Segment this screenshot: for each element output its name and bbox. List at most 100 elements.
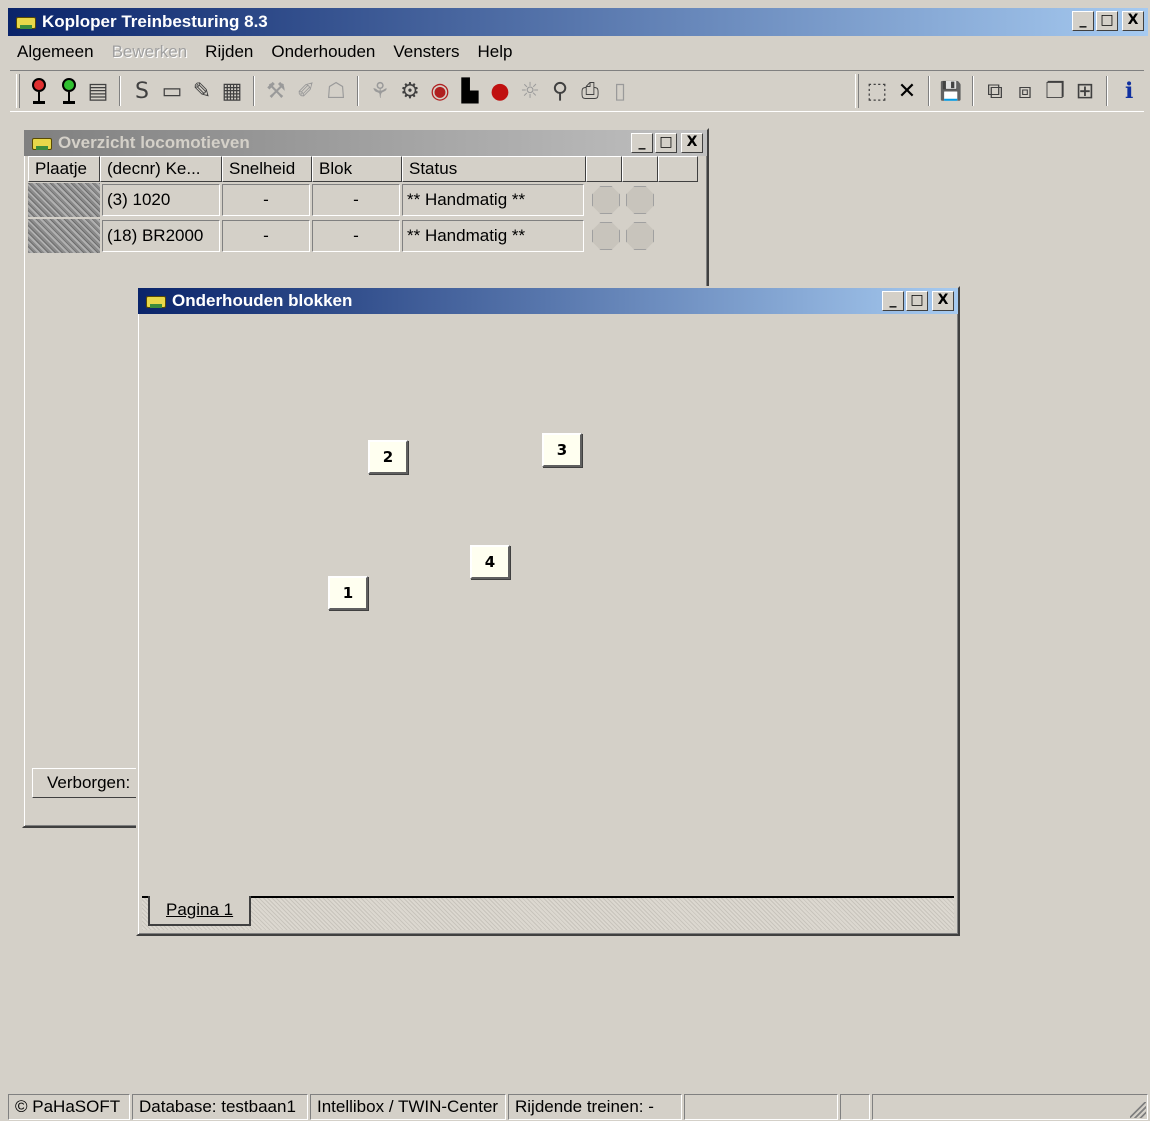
loco-name-cell[interactable]: (18) BR2000 xyxy=(102,220,220,252)
block-2[interactable]: 2 xyxy=(368,440,408,474)
new-window-icon[interactable]: ⬚ xyxy=(862,74,892,108)
loco-block-cell[interactable]: - xyxy=(312,184,400,216)
toolbar-separator xyxy=(928,76,930,106)
page-tab-strip: Pagina 1 xyxy=(142,896,954,930)
loco-window-icon[interactable] xyxy=(30,134,54,152)
loco-window-title: Overzicht locomotieven xyxy=(58,133,250,152)
menu-vensters[interactable]: Vensters xyxy=(384,42,468,62)
close-button[interactable]: X xyxy=(681,133,703,153)
toolbar-grip[interactable] xyxy=(855,74,859,108)
tab-pagina-1-label: Pagina 1 xyxy=(166,900,234,919)
block-3[interactable]: 3 xyxy=(542,433,582,467)
column-header-snelheid[interactable]: Snelheid xyxy=(222,156,312,182)
loco-thumbnail xyxy=(28,219,100,253)
print-icon[interactable]: ⎙ xyxy=(575,74,605,108)
hidden-locos-tab[interactable]: Verborgen: xyxy=(32,768,142,798)
tile-icon[interactable]: ⧈ xyxy=(1010,74,1040,108)
brush-icon[interactable]: ✐ xyxy=(291,74,321,108)
key-icon[interactable]: ⚲ xyxy=(545,74,575,108)
arrange-icon[interactable]: ⊞ xyxy=(1070,74,1100,108)
menu-help[interactable]: Help xyxy=(469,42,522,62)
signal-red-icon[interactable] xyxy=(23,74,53,108)
loco-status-cell[interactable]: ** Handmatig ** xyxy=(402,184,584,216)
sensor-icon[interactable]: ⚒ xyxy=(261,74,291,108)
block-maintenance-window[interactable]: Onderhouden blokken _ □ X 1 2 3 4 Pagina… xyxy=(136,286,960,936)
table-row[interactable]: (3) 1020 - - ** Handmatig ** xyxy=(28,182,703,218)
close-button[interactable]: X xyxy=(1122,11,1144,31)
block-icon[interactable]: ▭ xyxy=(157,74,187,108)
toolbar-separator xyxy=(253,76,255,106)
minimize-button[interactable]: _ xyxy=(631,133,653,153)
koploper-app-icon[interactable] xyxy=(14,13,38,31)
blocks-window-icon[interactable] xyxy=(144,292,168,310)
status-pane-empty xyxy=(684,1094,838,1120)
stop-icon[interactable]: ● xyxy=(485,74,515,108)
loco-block-cell[interactable]: - xyxy=(312,220,400,252)
save-icon[interactable]: 💾 xyxy=(936,74,966,108)
status-bar: © PaHaSOFT Database: testbaan1 Intellibo… xyxy=(8,1094,1148,1120)
grid-icon[interactable]: ▦ xyxy=(217,74,247,108)
light-icon[interactable]: ☼ xyxy=(515,74,545,108)
block-4[interactable]: 4 xyxy=(470,545,510,579)
loco-thumbnail xyxy=(28,183,100,217)
ghost-icon[interactable]: ☖ xyxy=(321,74,351,108)
minimize-button[interactable]: _ xyxy=(1072,11,1094,31)
cascade-icon[interactable]: ⧉ xyxy=(980,74,1010,108)
tab-pagina-1[interactable]: Pagina 1 xyxy=(148,896,252,926)
stop-sign-icon[interactable] xyxy=(626,222,654,250)
toolbar-separator xyxy=(972,76,974,106)
maximize-button[interactable]: □ xyxy=(906,291,928,311)
table-row[interactable]: (18) BR2000 - - ** Handmatig ** xyxy=(28,218,703,254)
main-toolbar: ▤ S ▭ ✎ ▦ ⚒ ✐ ☖ ⚘ ⚙ ◉ ▙ ● ☼ ⚲ ⎙ ▯ ⬚ ✕ 💾 … xyxy=(10,70,1144,112)
block-1[interactable]: 1 xyxy=(328,576,368,610)
status-copyright: © PaHaSOFT xyxy=(8,1094,130,1120)
status-pane-empty xyxy=(872,1094,1148,1120)
blocks-window-title: Onderhouden blokken xyxy=(172,291,353,310)
s-icon[interactable]: S xyxy=(127,74,157,108)
column-header-extra[interactable] xyxy=(622,156,658,182)
keyboard-icon[interactable]: ▤ xyxy=(83,74,113,108)
speaker-icon[interactable]: ◉ xyxy=(425,74,455,108)
loco-status-cell[interactable]: ** Handmatig ** xyxy=(402,220,584,252)
column-header-extra[interactable] xyxy=(586,156,622,182)
status-database: Database: testbaan1 xyxy=(132,1094,308,1120)
column-header-plaatje[interactable]: Plaatje xyxy=(28,156,100,182)
column-header-status[interactable]: Status xyxy=(402,156,586,182)
loco-speed-cell[interactable]: - xyxy=(222,220,310,252)
status-interface: Intellibox / TWIN-Center xyxy=(310,1094,506,1120)
app-title-bar[interactable]: Koploper Treinbesturing 8.3 _ □ X xyxy=(8,8,1148,36)
toolbar-grip[interactable] xyxy=(16,74,20,108)
menu-algemeen[interactable]: Algemeen xyxy=(8,42,103,62)
status-running-trains: Rijdende treinen: - xyxy=(508,1094,682,1120)
close-button[interactable]: X xyxy=(932,291,954,311)
menu-bar: Algemeen Bewerken Rijden Onderhouden Ven… xyxy=(8,38,521,66)
stop-sign-icon[interactable] xyxy=(592,186,620,214)
menu-bewerken[interactable]: Bewerken xyxy=(103,42,197,62)
route-icon[interactable]: ⚘ xyxy=(365,74,395,108)
gear-icon[interactable]: ⚙ xyxy=(395,74,425,108)
loco-name-cell[interactable]: (3) 1020 xyxy=(102,184,220,216)
loco-window-title-bar[interactable]: Overzicht locomotieven _ □ X xyxy=(24,130,707,156)
maximize-button[interactable]: □ xyxy=(1096,11,1118,31)
maximize-button[interactable]: □ xyxy=(655,133,677,153)
menu-rijden[interactable]: Rijden xyxy=(196,42,262,62)
stop-sign-icon[interactable] xyxy=(626,186,654,214)
column-header-name[interactable]: (decnr) Ke... xyxy=(100,156,222,182)
edit-icon[interactable]: ✎ xyxy=(187,74,217,108)
info-icon[interactable]: ℹ xyxy=(1114,74,1144,108)
signal-green-icon[interactable] xyxy=(53,74,83,108)
stop-sign-icon[interactable] xyxy=(592,222,620,250)
toolbar-separator xyxy=(357,76,359,106)
menu-onderhouden[interactable]: Onderhouden xyxy=(262,42,384,62)
column-header-extra[interactable] xyxy=(658,156,698,182)
close-icon[interactable]: ✕ xyxy=(892,74,922,108)
stack-icon[interactable]: ❐ xyxy=(1040,74,1070,108)
loco-speed-cell[interactable]: - xyxy=(222,184,310,216)
column-header-blok[interactable]: Blok xyxy=(312,156,402,182)
toolbar-separator xyxy=(1106,76,1108,106)
locomotive-icon[interactable]: ▙ xyxy=(455,74,485,108)
blocks-window-title-bar[interactable]: Onderhouden blokken _ □ X xyxy=(138,288,958,314)
resize-grip[interactable] xyxy=(1130,1102,1146,1118)
page-icon[interactable]: ▯ xyxy=(605,74,635,108)
minimize-button[interactable]: _ xyxy=(882,291,904,311)
